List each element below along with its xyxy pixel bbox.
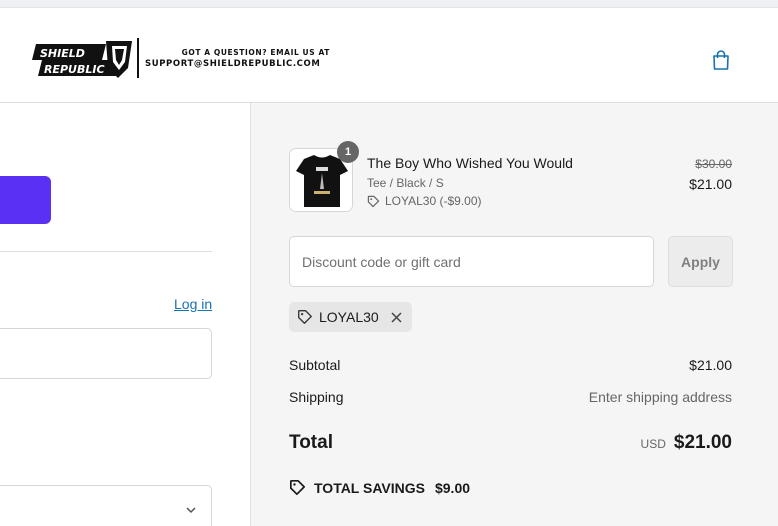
product-name: The Boy Who Wished You Would <box>367 155 573 171</box>
tag-icon <box>367 195 380 207</box>
quantity-badge: 1 <box>337 141 359 163</box>
country-select[interactable] <box>0 485 212 526</box>
total-value: USD $21.00 <box>641 432 732 454</box>
item-price: $21.00 <box>689 176 732 192</box>
chevron-down-icon <box>186 507 196 514</box>
contact-question: GOT A QUESTION? EMAIL US AT <box>181 48 330 57</box>
support-contact: GOT A QUESTION? EMAIL US AT SUPPORT@SHIE… <box>145 48 335 69</box>
applied-discount-tag: LOYAL30 <box>289 302 412 332</box>
order-summary-panel: 1 The Boy Who Wished You Would Tee / Bla… <box>250 103 778 526</box>
shopping-bag-icon[interactable] <box>708 47 734 73</box>
shield-republic-logo[interactable]: SHIELD REPUBLIC <box>32 38 134 80</box>
discount-code-input[interactable] <box>289 236 654 287</box>
svg-text:SHIELD: SHIELD <box>40 47 85 60</box>
tag-icon <box>289 479 306 496</box>
total-savings: TOTAL SAVINGS $9.00 <box>289 479 470 496</box>
shipping-value: Enter shipping address <box>588 389 732 405</box>
express-divider <box>0 251 212 252</box>
original-price: $30.00 <box>695 157 732 171</box>
subtotal-value: $21.00 <box>689 357 732 373</box>
savings-label: TOTAL SAVINGS <box>314 479 425 496</box>
svg-text:REPUBLIC: REPUBLIC <box>44 63 105 76</box>
apply-discount-button[interactable]: Apply <box>668 236 733 287</box>
contact-email[interactable]: SUPPORT@SHIELDREPUBLIC.COM <box>145 59 335 69</box>
login-link[interactable]: Log in <box>174 296 212 312</box>
browser-chrome-strip <box>0 0 778 8</box>
product-discount-label: LOYAL30 (-$9.00) <box>385 194 482 208</box>
express-pay-button[interactable] <box>0 176 51 224</box>
product-discount: LOYAL30 (-$9.00) <box>367 194 482 208</box>
subtotal-label: Subtotal <box>289 357 341 373</box>
tag-icon <box>298 310 312 324</box>
total-amount: $21.00 <box>673 432 732 453</box>
applied-code-label: LOYAL30 <box>319 309 379 325</box>
email-field[interactable] <box>0 328 212 379</box>
checkout-form-panel: Log in <box>0 103 250 526</box>
savings-value: $9.00 <box>434 479 471 496</box>
currency-code: USD <box>640 437 666 451</box>
close-icon[interactable] <box>391 311 402 323</box>
logo-divider <box>137 38 139 78</box>
shipping-label: Shipping <box>289 389 344 405</box>
total-label: Total <box>289 432 333 453</box>
product-variant: Tee / Black / S <box>367 176 444 190</box>
site-header: SHIELD REPUBLIC GOT A QUESTION? EMAIL US… <box>0 8 778 103</box>
